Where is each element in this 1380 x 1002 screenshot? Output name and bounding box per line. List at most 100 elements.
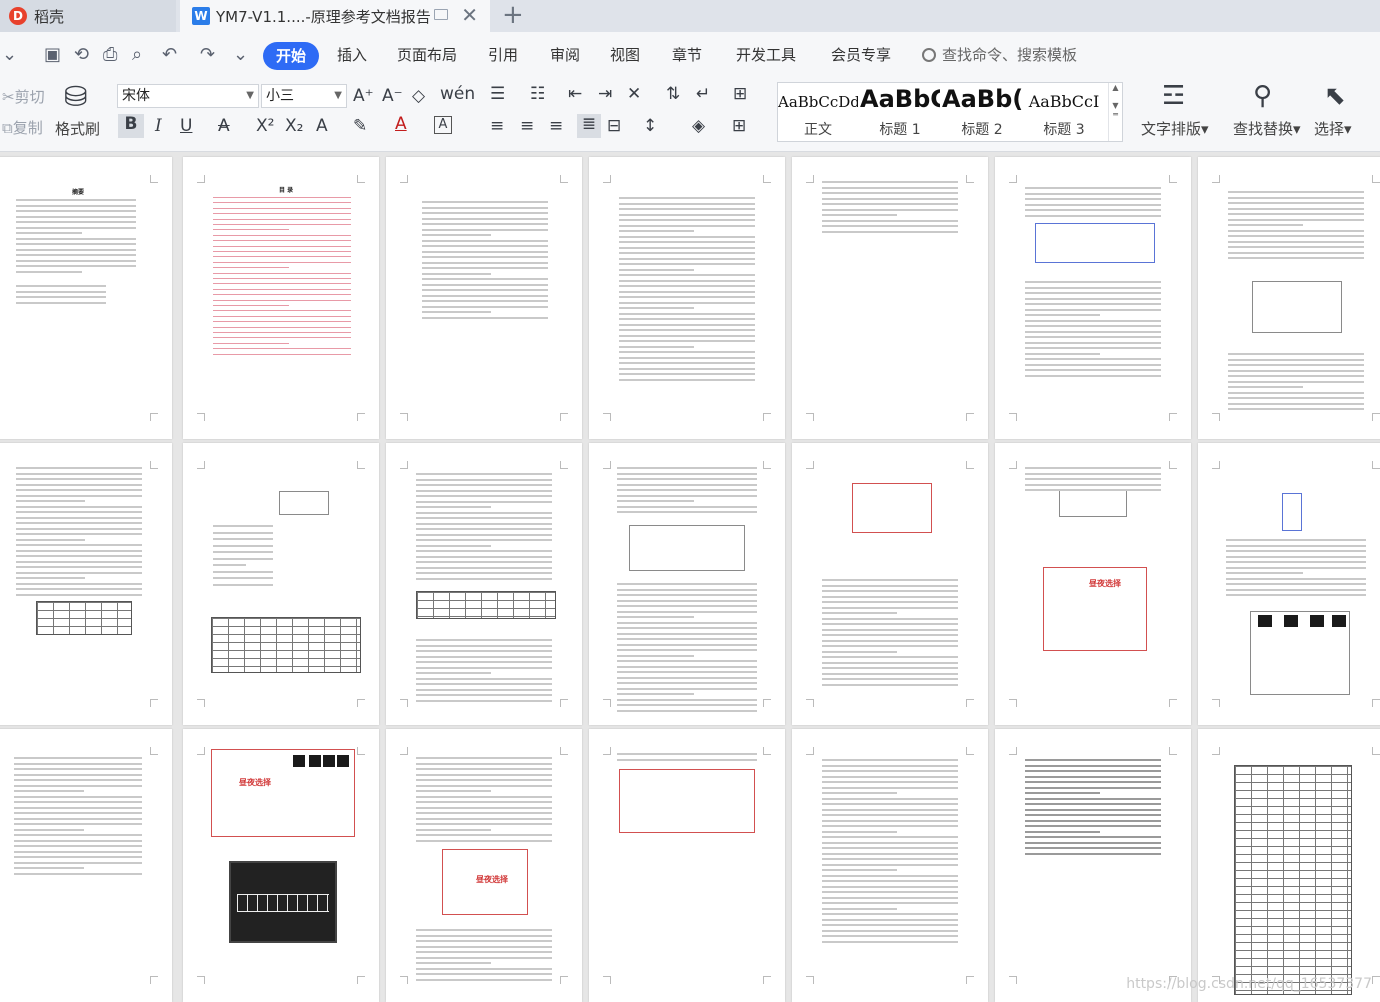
menu-review[interactable]: 审阅 (550, 45, 580, 65)
sort-icon[interactable]: ⇅ (666, 84, 680, 104)
font-size-select[interactable]: 小三 ▼ (261, 84, 347, 108)
copy-button[interactable]: ⧉复制 (2, 119, 43, 137)
menu-view[interactable]: 视图 (610, 45, 640, 65)
monitor-icon[interactable] (434, 9, 448, 20)
text-layout-button[interactable]: 文字排版▾ (1141, 120, 1209, 138)
borders-icon[interactable]: ⊞ (732, 116, 746, 136)
document-page[interactable]: 昼夜选择 (995, 443, 1191, 725)
char-border-icon[interactable]: A (434, 116, 452, 134)
text-line (617, 758, 757, 761)
print-icon[interactable]: ⎙ (103, 45, 117, 65)
style-normal[interactable]: AaBbCcDd 正文 (778, 83, 858, 141)
document-page[interactable] (386, 157, 582, 439)
select-cursor-icon[interactable]: ⬉ (1324, 82, 1346, 110)
font-color-icon[interactable]: A (395, 114, 407, 134)
redo-icon[interactable]: ↷ (200, 45, 215, 65)
close-icon[interactable]: ✕ (461, 5, 478, 25)
print-preview-icon[interactable]: ⌕ (132, 45, 142, 65)
chinese-layout-icon[interactable]: ✕ (627, 84, 641, 104)
document-page[interactable] (792, 729, 988, 1002)
grow-font-icon[interactable]: A⁺ (353, 86, 374, 106)
document-page[interactable]: 摘要 (0, 157, 172, 439)
find-replace-icon[interactable]: ⚲ (1253, 82, 1272, 110)
search-command[interactable]: 查找命令、搜索模板 (922, 45, 1077, 65)
shrink-font-icon[interactable]: A⁻ (382, 86, 403, 106)
style-heading-1[interactable]: AaBbC 标题 1 (860, 83, 940, 141)
show-marks-icon[interactable]: ↵ (696, 84, 710, 104)
menu-section[interactable]: 章节 (672, 45, 702, 65)
document-canvas[interactable]: 摘要目 录昼夜选择 昼夜选择 昼夜选择 https://blog.csdn.net/… (0, 153, 1380, 1002)
document-page[interactable]: 目 录 (183, 157, 379, 439)
style-gallery-scroll[interactable]: ▲ ▼ ═ (1108, 83, 1122, 141)
italic-icon[interactable]: I (155, 116, 162, 136)
undo-icon[interactable]: ↶ (162, 45, 177, 65)
save-icon[interactable]: ▣ (44, 45, 61, 65)
subscript-icon[interactable]: X₂ (285, 116, 303, 136)
text-line (416, 478, 552, 481)
document-page[interactable]: 昼夜选择 (183, 729, 379, 1002)
menu-page-layout[interactable]: 页面布局 (397, 45, 457, 65)
menu-member[interactable]: 会员专享 (831, 45, 891, 65)
phonetic-guide-icon[interactable]: wén (440, 84, 475, 104)
text-effect-icon[interactable]: A (316, 116, 328, 136)
document-page[interactable] (589, 443, 785, 725)
menu-references[interactable]: 引用 (488, 45, 518, 65)
distributed-icon[interactable]: ⊟ (607, 116, 621, 136)
new-tab-icon[interactable]: + (502, 1, 524, 29)
menu-developer[interactable]: 开发工具 (736, 45, 796, 65)
menu-insert[interactable]: 插入 (337, 45, 367, 65)
decrease-indent-icon[interactable]: ⇤ (568, 84, 582, 104)
style-heading-3[interactable]: AaBbCcI 标题 3 (1024, 83, 1104, 141)
chevron-down-icon[interactable]: ⌄ (2, 45, 17, 65)
highlight-icon[interactable]: ✎ (353, 116, 367, 136)
text-line (822, 623, 958, 625)
export-icon[interactable]: ⟲ (74, 45, 89, 65)
clear-format-icon[interactable]: ◇ (412, 86, 425, 106)
find-replace-button[interactable]: 查找替换▾ (1233, 120, 1301, 138)
align-right-icon[interactable]: ≡ (549, 116, 563, 136)
document-page[interactable] (995, 729, 1191, 1002)
tab-daoke[interactable]: D 稻壳 (0, 0, 176, 32)
strikethrough-icon[interactable]: A (218, 116, 230, 136)
text-line (1025, 209, 1161, 211)
document-page[interactable] (1198, 157, 1380, 439)
tab-stop-icon[interactable]: ⊞ (733, 84, 747, 104)
format-painter-button[interactable]: 格式刷 (55, 120, 100, 138)
font-name-select[interactable]: 宋体 ▼ (117, 84, 259, 108)
line-spacing-icon[interactable]: ↕ (643, 116, 657, 136)
justify-icon[interactable]: ≣ (577, 114, 601, 138)
format-painter-icon[interactable]: ⛁ (64, 82, 87, 112)
document-page[interactable] (386, 443, 582, 725)
tab-document[interactable]: W YM7-V1.1....-原理参考文档报告 ✕ (180, 0, 490, 32)
shading-icon[interactable]: ◈ (692, 116, 705, 136)
document-page[interactable] (589, 157, 785, 439)
text-layout-icon[interactable]: ☲ (1162, 82, 1185, 110)
align-left-icon[interactable]: ≡ (490, 116, 504, 136)
document-page[interactable] (995, 157, 1191, 439)
document-page[interactable]: 昼夜选择 (386, 729, 582, 1002)
document-page[interactable] (792, 443, 988, 725)
document-page[interactable] (589, 729, 785, 1002)
superscript-icon[interactable]: X² (256, 116, 274, 136)
underline-icon[interactable]: U (180, 116, 192, 136)
page-corner-mark (357, 699, 365, 707)
select-button[interactable]: 选择▾ (1314, 120, 1352, 138)
customize-icon[interactable]: ⌄ (233, 45, 248, 65)
document-page[interactable] (0, 729, 172, 1002)
bold-icon[interactable]: B (118, 114, 144, 138)
style-heading-2[interactable]: AaBb( 标题 2 (942, 83, 1022, 141)
text-line (619, 285, 755, 287)
increase-indent-icon[interactable]: ⇥ (598, 84, 612, 104)
document-page[interactable] (1198, 729, 1380, 1002)
cut-button[interactable]: ✂剪切 (2, 88, 45, 106)
document-page[interactable] (0, 443, 172, 725)
style-gallery: AaBbCcDd 正文 AaBbC 标题 1 AaBb( 标题 2 AaBbCc… (777, 82, 1123, 142)
numbered-list-icon[interactable]: ☷ (530, 84, 545, 104)
align-center-icon[interactable]: ≡ (520, 116, 534, 136)
menu-home[interactable]: 开始 (263, 42, 319, 70)
text-line (617, 594, 757, 596)
document-page[interactable] (183, 443, 379, 725)
bullet-list-icon[interactable]: ☰ (490, 84, 505, 104)
document-page[interactable] (1198, 443, 1380, 725)
document-page[interactable] (792, 157, 988, 439)
